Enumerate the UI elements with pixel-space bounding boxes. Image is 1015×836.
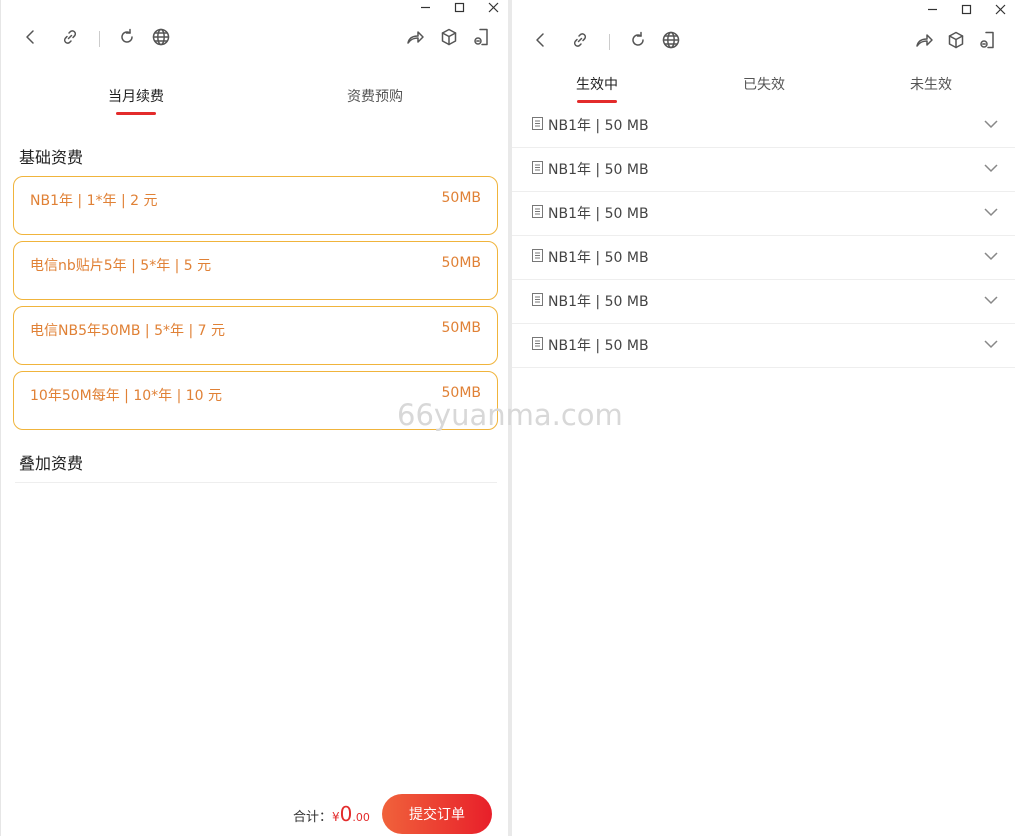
tab-monthly-renewal[interactable]: 当月续费	[108, 86, 164, 106]
toolbar-separator	[609, 34, 610, 50]
addon-fee-heading: 叠加资费	[19, 454, 84, 473]
tab-expired[interactable]: 已失效	[743, 74, 785, 94]
section-divider	[15, 482, 497, 483]
cube-icon[interactable]	[945, 29, 967, 51]
toolbar	[1, 26, 508, 54]
minimize-icon[interactable]	[925, 2, 939, 16]
document-icon	[532, 159, 543, 174]
base-fee-heading: 基础资费	[19, 148, 84, 167]
currency-symbol: ¥	[332, 810, 340, 824]
watermark: 66yuanma.com	[397, 398, 623, 432]
chevron-down-icon[interactable]	[983, 248, 999, 264]
list-item-label: NB1年 | 50 MB	[548, 118, 649, 134]
link-icon[interactable]	[59, 26, 81, 48]
phone-icon[interactable]	[977, 29, 999, 51]
maximize-icon[interactable]	[452, 0, 466, 14]
list-item[interactable]: NB1年 | 50 MB	[512, 104, 1015, 148]
share-icon[interactable]	[404, 26, 426, 48]
list-item[interactable]: NB1年 | 50 MB	[512, 192, 1015, 236]
tab-pending[interactable]: 未生效	[910, 74, 952, 94]
list-item-label: NB1年 | 50 MB	[548, 294, 649, 310]
chevron-down-icon[interactable]	[983, 116, 999, 132]
plan-card[interactable]: 电信nb贴片5年 | 5*年 | 5 元 50MB	[13, 241, 498, 300]
total-label: 合计：	[293, 810, 333, 825]
window-controls	[925, 2, 1007, 16]
document-icon	[532, 115, 543, 130]
chevron-down-icon[interactable]	[983, 336, 999, 352]
toolbar-separator	[99, 31, 100, 47]
back-icon[interactable]	[529, 29, 551, 51]
toolbar	[512, 29, 1015, 57]
minimize-icon[interactable]	[418, 0, 432, 14]
phone-icon[interactable]	[471, 26, 493, 48]
chevron-down-icon[interactable]	[983, 160, 999, 176]
list-item[interactable]: NB1年 | 50 MB	[512, 236, 1015, 280]
close-icon[interactable]	[993, 2, 1007, 16]
list-item[interactable]: NB1年 | 50 MB	[512, 324, 1015, 368]
document-icon	[532, 203, 543, 218]
total-amount-integer: 0	[339, 802, 353, 826]
plan-card[interactable]: NB1年 | 1*年 | 2 元 50MB	[13, 176, 498, 235]
document-icon	[532, 247, 543, 262]
list-item-label: NB1年 | 50 MB	[548, 250, 649, 266]
close-icon[interactable]	[486, 0, 500, 14]
tab-pre-purchase[interactable]: 资费预购	[347, 86, 403, 106]
maximize-icon[interactable]	[959, 2, 973, 16]
link-icon[interactable]	[569, 29, 591, 51]
list-item-label: NB1年 | 50 MB	[548, 206, 649, 222]
list-item[interactable]: NB1年 | 50 MB	[512, 148, 1015, 192]
plan-size: 50MB	[441, 255, 482, 271]
list-item-label: NB1年 | 50 MB	[548, 162, 649, 178]
plan-size: 50MB	[441, 190, 482, 206]
active-tab-indicator	[577, 100, 617, 103]
submit-order-button[interactable]: 提交订单	[382, 794, 492, 834]
plan-name: 电信nb贴片5年 | 5*年 | 5 元	[30, 258, 212, 274]
globe-icon[interactable]	[150, 26, 172, 48]
window-controls	[418, 0, 500, 14]
plan-name: 10年50M每年 | 10*年 | 10 元	[30, 388, 223, 404]
refresh-icon[interactable]	[116, 26, 138, 48]
order-total: 合计：¥0.00	[293, 802, 370, 826]
globe-icon[interactable]	[660, 29, 682, 51]
plan-name: NB1年 | 1*年 | 2 元	[30, 193, 158, 209]
cube-icon[interactable]	[438, 26, 460, 48]
back-icon[interactable]	[19, 26, 41, 48]
total-amount-decimal: .00	[352, 811, 370, 824]
share-icon[interactable]	[913, 29, 935, 51]
plan-card[interactable]: 电信NB5年50MB | 5*年 | 7 元 50MB	[13, 306, 498, 365]
active-tab-indicator	[116, 112, 156, 115]
document-icon	[532, 335, 543, 350]
tab-active[interactable]: 生效中	[576, 74, 618, 94]
list-item[interactable]: NB1年 | 50 MB	[512, 280, 1015, 324]
chevron-down-icon[interactable]	[983, 204, 999, 220]
document-icon	[532, 291, 543, 306]
list-item-label: NB1年 | 50 MB	[548, 338, 649, 354]
plan-name: 电信NB5年50MB | 5*年 | 7 元	[30, 323, 225, 339]
chevron-down-icon[interactable]	[983, 292, 999, 308]
plan-size: 50MB	[441, 320, 482, 336]
refresh-icon[interactable]	[627, 29, 649, 51]
